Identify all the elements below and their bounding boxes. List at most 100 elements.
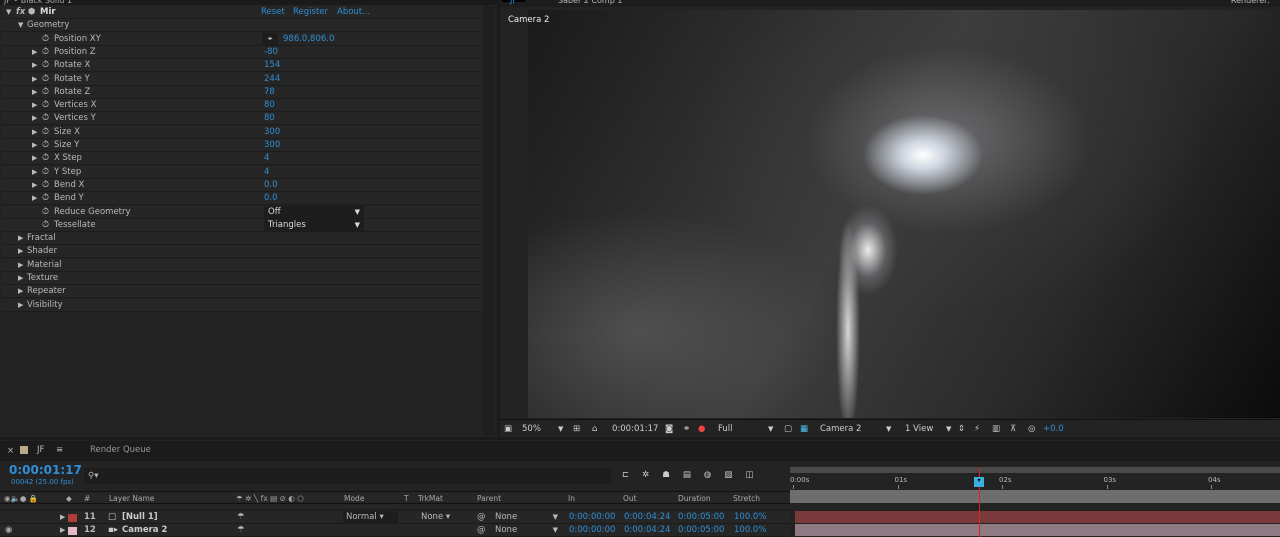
tab-render-queue[interactable]: Render Queue — [90, 445, 151, 455]
graph-editor-icon[interactable]: ▨ — [724, 470, 745, 480]
layer-row[interactable]: ▶ 11 □ [Null 1] ☂ Normal ▾ None ▾ @ None… — [0, 511, 790, 524]
stopwatch-icon[interactable]: ⏱ — [42, 59, 49, 71]
parent-dropdown[interactable]: None ▼ — [495, 511, 560, 524]
tab-timeline-jf[interactable]: JF — [37, 445, 44, 455]
timecode[interactable]: 0:00:01:17 — [612, 420, 658, 438]
label-color-swatch[interactable] — [68, 527, 77, 535]
property-value[interactable]: 986.0,806.0 — [283, 33, 334, 45]
in-time[interactable]: 0:00:00:00 — [569, 524, 615, 537]
exposure-icon[interactable]: ◎ — [1028, 420, 1035, 438]
stopwatch-icon[interactable]: ⏱ — [42, 192, 49, 204]
resolution-dropdown[interactable]: Full — [718, 420, 733, 438]
expand-triangle-icon[interactable]: ▶ — [32, 166, 37, 178]
camera-snapshot-icon[interactable]: ◙ — [665, 420, 673, 438]
group-row[interactable]: ▶ Material — [2, 258, 482, 272]
view-layout-dropdown[interactable]: 1 View — [905, 420, 933, 438]
expand-triangle-icon[interactable]: ▶ — [32, 73, 37, 85]
mask-icon[interactable]: ⌂ — [592, 420, 597, 438]
expand-triangle-icon[interactable]: ▶ — [32, 192, 37, 204]
group-row[interactable]: ▶ Fractal — [2, 232, 482, 246]
layer-row[interactable]: ◉ ▶ 12 ▪▸ Camera 2 ☂ @ None ▼ 0:00:00:00 … — [0, 524, 790, 537]
playhead-handle[interactable]: ▾ — [974, 477, 984, 487]
region-icon[interactable]: ▣ — [504, 420, 512, 438]
current-time[interactable]: 0:00:01:17 — [9, 463, 82, 477]
comp-flowchart-icon[interactable]: ⊏ — [622, 470, 642, 480]
layer-duration-bar[interactable] — [795, 524, 1280, 536]
mode-dropdown[interactable]: Normal ▾ — [343, 511, 398, 524]
transparency-grid-icon[interactable]: ▦ — [800, 420, 808, 438]
expand-triangle-icon[interactable]: ▶ — [60, 511, 65, 524]
property-dropdown[interactable]: Triangles ▼ — [264, 218, 364, 231]
chevron-down-icon[interactable]: ▼ — [946, 420, 951, 438]
stopwatch-icon[interactable]: ⏱ — [42, 206, 49, 218]
flowchart-icon[interactable]: ⊼ — [1010, 420, 1016, 438]
stopwatch-icon[interactable]: ⏱ — [42, 152, 49, 164]
out-time[interactable]: 0:00:04:24 — [624, 524, 670, 537]
work-area-range[interactable] — [790, 490, 1280, 503]
show-snapshot-icon[interactable]: ⚭ — [683, 420, 690, 438]
expand-triangle-icon[interactable]: ▶ — [32, 46, 37, 58]
work-area-bar[interactable] — [790, 467, 1280, 473]
property-value[interactable]: 4 — [264, 166, 269, 178]
draft-3d-icon[interactable]: ✲ — [642, 470, 662, 480]
eye-icon[interactable]: ◉ — [5, 524, 12, 537]
property-value[interactable]: -80 — [264, 46, 278, 58]
group-row[interactable]: ▶ Visibility — [2, 298, 482, 312]
stopwatch-icon[interactable]: ⏱ — [42, 219, 49, 231]
expand-triangle-icon[interactable]: ▶ — [18, 285, 23, 297]
stopwatch-icon[interactable]: ⏱ — [42, 166, 49, 178]
duration[interactable]: 0:00:05:00 — [678, 511, 724, 524]
expand-triangle-icon[interactable]: ▶ — [32, 112, 37, 124]
shy-icon[interactable]: ☗ — [662, 470, 683, 480]
property-value[interactable]: 0.0 — [264, 179, 278, 191]
expand-triangle-icon[interactable]: ▶ — [18, 232, 23, 244]
stopwatch-icon[interactable]: ⏱ — [42, 46, 49, 58]
stopwatch-icon[interactable]: ⏱ — [42, 33, 49, 45]
expand-triangle-icon[interactable]: ▶ — [32, 86, 37, 98]
stopwatch-icon[interactable]: ⏱ — [42, 179, 49, 191]
stopwatch-icon[interactable]: ⏱ — [42, 126, 49, 138]
expand-triangle-icon[interactable]: ▼ — [18, 19, 23, 31]
expand-triangle-icon[interactable]: ▶ — [18, 299, 23, 311]
expand-triangle-icon[interactable]: ▶ — [18, 259, 23, 271]
trkmat-dropdown[interactable]: None ▾ — [418, 511, 468, 524]
pixel-aspect-icon[interactable]: ⇕ — [958, 420, 965, 438]
group-row[interactable]: ▶ Repeater — [2, 285, 482, 299]
property-dropdown[interactable]: Off ▼ — [264, 205, 364, 218]
expand-triangle-icon[interactable]: ▶ — [32, 179, 37, 191]
channel-icon[interactable]: ● — [698, 420, 705, 438]
crosshair-icon[interactable]: ⌖ — [262, 32, 278, 45]
exposure-value[interactable]: +0.0 — [1043, 420, 1064, 438]
in-time[interactable]: 0:00:00:00 — [569, 511, 615, 524]
chevron-down-icon[interactable]: ▼ — [768, 420, 773, 438]
chevron-down-icon[interactable]: ▼ — [558, 420, 563, 438]
stopwatch-icon[interactable]: ⏱ — [42, 73, 49, 85]
search-input[interactable]: ⚲▾ — [84, 468, 611, 484]
frame-blend-icon[interactable]: ▤ — [683, 470, 704, 480]
motion-blur-icon[interactable]: ◍ — [704, 470, 724, 480]
roi-icon[interactable]: ▢ — [784, 420, 792, 438]
expand-triangle-icon[interactable]: ▶ — [32, 126, 37, 138]
out-time[interactable]: 0:00:04:24 — [624, 511, 670, 524]
expand-triangle-icon[interactable]: ▼ — [6, 6, 11, 18]
expand-triangle-icon[interactable]: ▶ — [60, 524, 65, 537]
layer-duration-bar[interactable] — [795, 511, 1280, 523]
group-row[interactable]: ▶ Texture — [2, 272, 482, 285]
stopwatch-icon[interactable]: ⏱ — [42, 86, 49, 98]
layer-name[interactable]: [Null 1] — [122, 511, 158, 524]
property-value[interactable]: 300 — [264, 139, 280, 151]
parent-dropdown[interactable]: None ▼ — [495, 524, 560, 537]
stretch[interactable]: 100.0% — [734, 524, 766, 537]
label-color-swatch[interactable] — [68, 514, 77, 522]
pickwhip-icon[interactable]: @ — [477, 524, 486, 537]
expand-triangle-icon[interactable]: ▶ — [18, 245, 23, 257]
expand-triangle-icon[interactable]: ▶ — [32, 99, 37, 111]
group-geometry[interactable]: ▼ Geometry — [2, 19, 482, 33]
expand-triangle-icon[interactable]: ▶ — [18, 272, 23, 284]
group-row[interactable]: ▶ Shader — [2, 245, 482, 259]
chart-icon[interactable]: ◫ — [745, 470, 766, 480]
property-value[interactable]: 80 — [264, 99, 275, 111]
chevron-down-icon[interactable]: ▼ — [886, 420, 891, 438]
property-value[interactable]: 4 — [264, 152, 269, 164]
grid-icon[interactable]: ⊞ — [573, 420, 580, 438]
